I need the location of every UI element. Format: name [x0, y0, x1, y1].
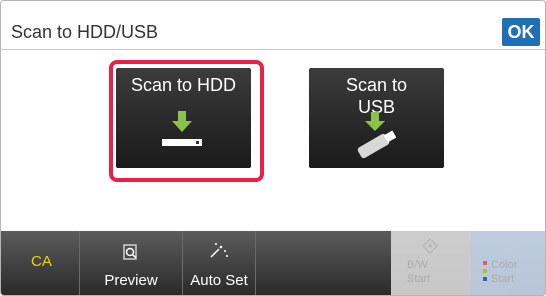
auto-set-label: Auto Set: [190, 272, 248, 289]
content-area: Scan to HDD Scan to USB: [1, 50, 545, 230]
clear-all-label: CA: [31, 253, 52, 270]
bw-start-button[interactable]: B/W Start: [391, 231, 471, 295]
scan-to-usb-button[interactable]: Scan to USB: [309, 68, 444, 168]
clear-all-button[interactable]: CA: [1, 231, 80, 295]
scan-hdd-usb-screen: Scan to HDD/USB OK Scan to HDD Scan to U…: [0, 0, 546, 296]
usb-download-icon: [357, 112, 397, 159]
auto-set-button[interactable]: Auto Set: [183, 231, 256, 295]
hdd-download-icon: [162, 111, 202, 146]
auto-set-wand-icon: [210, 243, 228, 258]
page-title: Scan to HDD/USB: [11, 22, 159, 42]
header-bar: Scan to HDD/USB OK: [1, 1, 545, 50]
scan-to-hdd-button[interactable]: Scan to HDD: [116, 68, 251, 168]
bw-start-label: Start: [407, 273, 431, 285]
preview-label: Preview: [104, 272, 158, 289]
color-label: Color: [491, 259, 518, 271]
bw-label: B/W: [407, 259, 428, 271]
ok-button[interactable]: OK: [502, 18, 540, 46]
bottom-toolbar: CA Preview Auto Set B/W Start Color Star…: [1, 231, 545, 295]
preview-button[interactable]: Preview: [80, 231, 183, 295]
color-start-label: Start: [491, 273, 515, 285]
bw-start-icon: [422, 238, 438, 254]
color-dots-icon: [483, 261, 487, 285]
color-start-button[interactable]: Color Start: [471, 231, 545, 295]
preview-magnifier-icon: [123, 244, 137, 260]
